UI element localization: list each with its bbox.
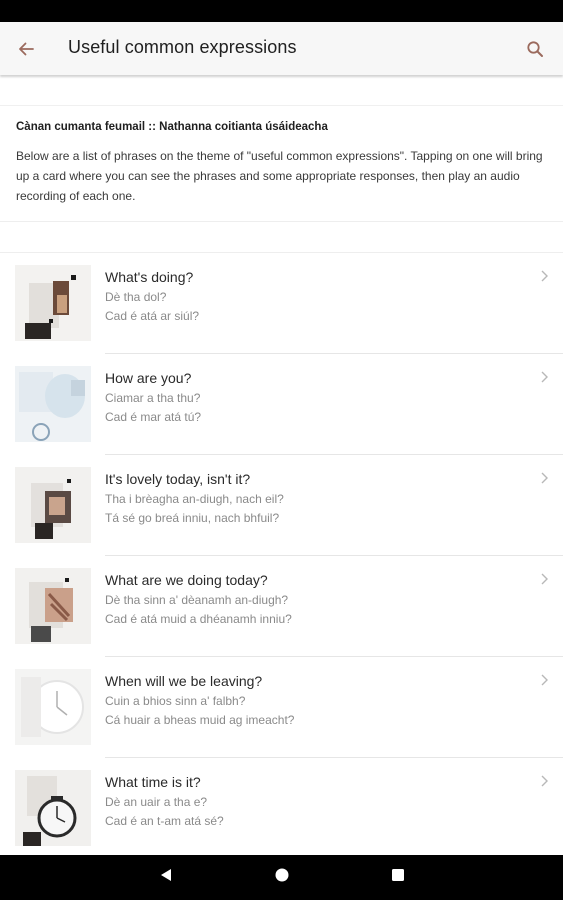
- phrase-irish: Tá sé go breá inniu, nach bhfuil?: [105, 511, 280, 525]
- phrase-thumbnail: [15, 467, 91, 543]
- phrase-gaelic: Dè an uair a tha e?: [105, 795, 208, 809]
- phrase-gaelic: Cuin a bhios sinn a' falbh?: [105, 694, 246, 708]
- phrase-thumbnail: [15, 265, 91, 341]
- chevron-right-icon: [537, 269, 551, 283]
- phrase-english: When will we be leaving?: [105, 673, 263, 689]
- phrase-thumbnail: [15, 770, 91, 846]
- phrase-english: What time is it?: [105, 774, 201, 790]
- phrase-gaelic: Dè tha dol?: [105, 290, 167, 304]
- phrase-irish: Cá huair a bheas muid ag imeacht?: [105, 713, 295, 727]
- phrase-thumbnail: [15, 669, 91, 745]
- triangle-back-icon[interactable]: [158, 867, 174, 888]
- phrase-row[interactable]: It's lovely today, isn't it? Tha i brèag…: [0, 455, 563, 556]
- phrase-english: What are we doing today?: [105, 572, 268, 588]
- top-spacer: [0, 75, 563, 106]
- phrase-row[interactable]: What time is it? Dè an uair a tha e? Cad…: [0, 758, 563, 855]
- intro-heading: Cànan cumanta feumail :: Nathanna coitia…: [16, 121, 328, 133]
- search-icon[interactable]: [521, 35, 549, 63]
- phrase-list-content[interactable]: Cànan cumanta feumail :: Nathanna coitia…: [0, 75, 563, 855]
- app-bar: Useful common expressions: [0, 22, 563, 75]
- phrase-thumbnail: [15, 568, 91, 644]
- page-title: Useful common expressions: [68, 37, 297, 57]
- phrase-english: What's doing?: [105, 269, 194, 285]
- intro-description: Below are a list of phrases on the theme…: [16, 149, 543, 203]
- phrase-thumbnail: [15, 366, 91, 442]
- phrase-irish: Cad é atá ar siúl?: [105, 309, 200, 323]
- phrase-gaelic: Dè tha sinn a' dèanamh an-diugh?: [105, 593, 289, 607]
- chevron-right-icon: [537, 572, 551, 586]
- chevron-right-icon: [537, 471, 551, 485]
- phrase-irish: Cad é mar atá tú?: [105, 410, 202, 424]
- system-navigation-bar: [0, 855, 563, 900]
- phrase-row[interactable]: What are we doing today? Dè tha sinn a' …: [0, 556, 563, 657]
- section-gap: [0, 222, 563, 253]
- phrase-irish: Cad é atá muid a dhéanamh inniu?: [105, 612, 292, 626]
- chevron-right-icon: [537, 774, 551, 788]
- phrase-gaelic: Tha i brèagha an-diugh, nach eil?: [105, 492, 284, 506]
- chevron-right-icon: [537, 370, 551, 384]
- phrase-row[interactable]: When will we be leaving? Cuin a bhios si…: [0, 657, 563, 758]
- chevron-right-icon: [537, 673, 551, 687]
- phrase-english: How are you?: [105, 370, 192, 386]
- square-recents-icon[interactable]: [390, 867, 406, 888]
- arrow-left-icon[interactable]: [12, 35, 40, 63]
- phrase-english: It's lovely today, isn't it?: [105, 471, 251, 487]
- phrase-gaelic: Ciamar a tha thu?: [105, 391, 201, 405]
- phrase-row[interactable]: How are you? Ciamar a tha thu? Cad é mar…: [0, 354, 563, 455]
- phrase-row[interactable]: What's doing? Dè tha dol? Cad é atá ar s…: [0, 253, 563, 354]
- intro-section: Cànan cumanta feumail :: Nathanna coitia…: [0, 106, 563, 222]
- phrase-irish: Cad é an t-am atá sé?: [105, 814, 224, 828]
- circle-home-icon[interactable]: [274, 867, 290, 888]
- status-bar: [0, 0, 563, 22]
